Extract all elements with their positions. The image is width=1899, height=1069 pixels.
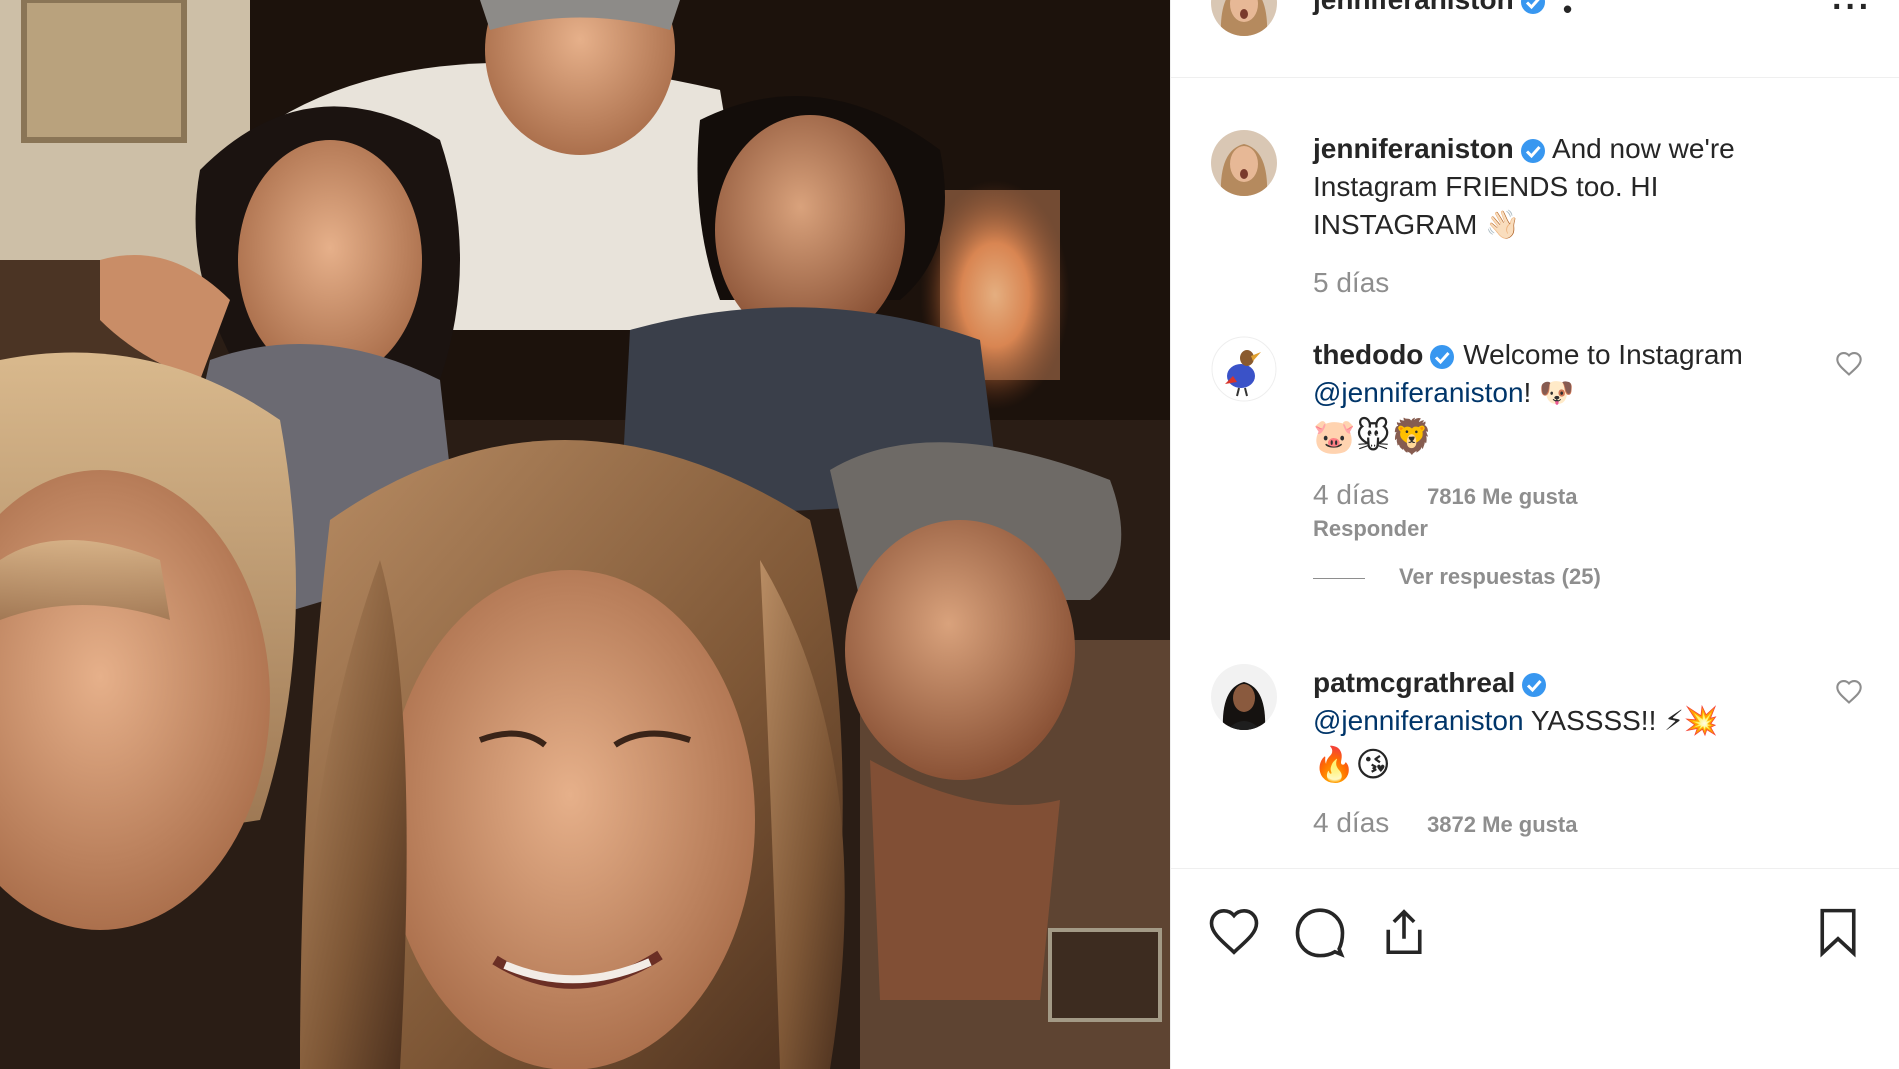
waving-hand-emoji: 👋🏻 (1485, 208, 1521, 241)
post-side-panel: jenniferaniston • ··· jenniferaniston An… (1170, 0, 1899, 1069)
profile-picture-icon (1211, 336, 1277, 402)
profile-picture-icon (1211, 0, 1277, 36)
post-photo[interactable] (0, 0, 1170, 1069)
comment-body: thedodo Welcome to Instagram @jenniferan… (1313, 336, 1793, 596)
more-options-icon[interactable]: ··· (1832, 0, 1872, 27)
comment-body: patmcgrathreal @jenniferaniston YASSSS!!… (1313, 664, 1793, 842)
caption-body: jenniferaniston And now we're Instagram … (1313, 130, 1793, 300)
avatar[interactable] (1211, 0, 1277, 36)
avatar[interactable] (1211, 130, 1277, 196)
caption-time[interactable]: 5 días (1313, 267, 1389, 298)
comment-username[interactable]: thedodo (1313, 339, 1423, 370)
like-comment-heart-icon[interactable] (1835, 678, 1863, 706)
comment-likes[interactable]: 7816 Me gusta (1427, 484, 1577, 509)
comment-text: YASSSS!! (1530, 705, 1657, 736)
comment-text: Welcome to Instagram (1463, 339, 1743, 370)
like-comment-heart-icon[interactable] (1835, 350, 1863, 378)
profile-picture-icon (1211, 664, 1277, 730)
bookmark-icon[interactable] (1811, 905, 1865, 959)
friends-selfie-image (0, 0, 1170, 1069)
mention-link[interactable]: @jenniferaniston (1313, 705, 1524, 736)
comment-likes[interactable]: 3872 Me gusta (1427, 812, 1577, 837)
post-actions-bar (1171, 868, 1899, 1069)
comment-username[interactable]: patmcgrathreal (1313, 667, 1515, 698)
header-username[interactable]: jenniferaniston (1313, 0, 1514, 15)
comments-list[interactable]: jenniferaniston And now we're Instagram … (1171, 78, 1899, 868)
heart-icon[interactable] (1207, 905, 1261, 959)
header-separator: • (1563, 0, 1573, 24)
view-replies-label: Ver respuestas (25) (1399, 564, 1601, 589)
verified-badge-icon (1520, 0, 1546, 15)
lightning-collision-emojis: ⚡💥 (1664, 704, 1719, 737)
animal-emojis: 🐷🐭🦁 (1313, 417, 1434, 457)
avatar[interactable] (1211, 336, 1277, 402)
verified-badge-icon (1429, 344, 1455, 370)
post-header: jenniferaniston • ··· (1171, 0, 1899, 78)
verified-badge-icon (1520, 138, 1546, 164)
profile-picture-icon (1211, 130, 1277, 196)
avatar[interactable] (1211, 664, 1277, 730)
divider (1313, 577, 1365, 579)
fire-kiss-emojis: 🔥😘 (1313, 745, 1391, 785)
reply-button[interactable]: Responder (1313, 514, 1793, 544)
comment-icon[interactable] (1293, 905, 1347, 959)
header-username-block[interactable]: jenniferaniston (1313, 0, 1546, 16)
comment-time[interactable]: 4 días (1313, 807, 1389, 838)
comment-time[interactable]: 4 días (1313, 479, 1389, 510)
comment-text-end: ! (1523, 377, 1532, 408)
view-replies-button[interactable]: Ver respuestas (25) (1313, 558, 1793, 596)
caption-username[interactable]: jenniferaniston (1313, 133, 1514, 164)
share-icon[interactable] (1377, 905, 1431, 959)
dog-emoji: 🐶 (1539, 376, 1574, 409)
mention-link[interactable]: @jenniferaniston (1313, 377, 1524, 408)
verified-badge-icon (1521, 672, 1547, 698)
